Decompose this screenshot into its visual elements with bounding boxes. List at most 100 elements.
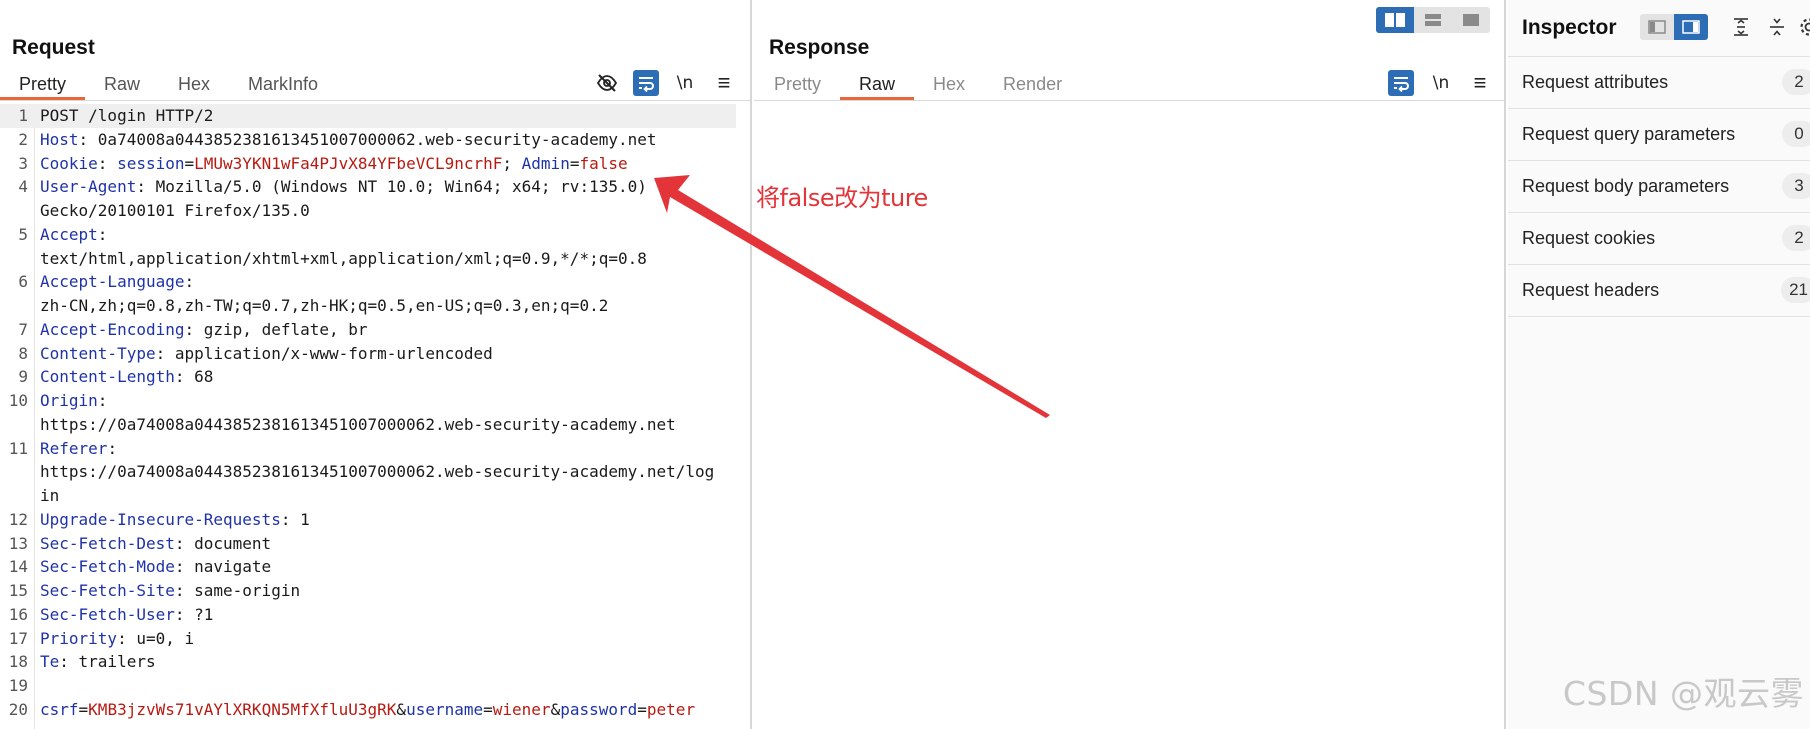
wrap-icon[interactable] <box>633 70 659 96</box>
inspector-section-request-body-parameters[interactable]: Request body parameters 3 <box>1508 160 1810 212</box>
request-tab-hex[interactable]: Hex <box>159 70 229 100</box>
code-text: text/html,application/xhtml+xml,applicat… <box>40 248 647 268</box>
editor-line[interactable]: 3 Cookie: session=LMUw3YKN1wFa4PJvX84YFbe… <box>0 152 750 176</box>
field-name: Te <box>40 652 60 672</box>
code-text: : application/x-www-form-urlencoded <box>155 343 493 363</box>
hide-icon[interactable] <box>594 70 620 96</box>
response-tab-render[interactable]: Render <box>984 70 1081 100</box>
code-text: : navigate <box>174 557 272 577</box>
editor-line[interactable]: text/html,application/xhtml+xml,applicat… <box>0 247 750 271</box>
response-tabs: Pretty Raw Hex Render <box>754 70 1081 100</box>
request-tab-markinfo[interactable]: MarkInfo <box>229 70 337 100</box>
editor-line[interactable]: 2 Host: 0a74008a0443852381613451007000062… <box>0 128 750 152</box>
editor-line[interactable]: 8 Content-Type: application/x-www-form-ur… <box>0 342 750 366</box>
code-text: = <box>483 699 493 719</box>
response-menu-icon[interactable]: ≡ <box>1467 70 1493 96</box>
inspector-section-request-query-parameters[interactable]: Request query parameters 0 <box>1508 108 1810 160</box>
line-number: 12 <box>8 509 28 529</box>
line-code: POST /login HTTP/2 <box>40 104 736 128</box>
line-code: https://0a74008a044385238161345100700006… <box>40 413 750 437</box>
editor-line[interactable]: 14 Sec-Fetch-Mode: navigate <box>0 555 750 579</box>
menu-icon[interactable]: ≡ <box>711 70 737 96</box>
response-tab-pretty[interactable]: Pretty <box>754 70 840 100</box>
editor-line[interactable]: 19 <box>0 674 750 698</box>
code-text: : same-origin <box>174 581 301 600</box>
editor-line[interactable]: 18 Te: trailers <box>0 650 750 674</box>
editor-line[interactable]: https://0a74008a044385238161345100700006… <box>0 413 750 437</box>
editor-line[interactable]: 6 Accept-Language: <box>0 270 750 294</box>
inspector-section-request-cookies[interactable]: Request cookies 2 <box>1508 212 1810 264</box>
line-code: csrf=KMB3jzvWs71vAYlXRKQN5MfXfluU3gRK&us… <box>40 698 750 722</box>
editor-line[interactable]: 7 Accept-Encoding: gzip, deflate, br <box>0 318 750 342</box>
watermark: CSDN @观云雾 <box>1562 674 1804 713</box>
code-text: https://0a74008a044385238161345100700006… <box>40 414 676 434</box>
annotation-text: 将false改为ture <box>756 184 928 212</box>
editor-line[interactable]: 9 Content-Length: 68 <box>0 365 750 389</box>
editor-line[interactable]: Gecko/20100101 Firefox/135.0 <box>0 199 750 223</box>
line-number: 17 <box>8 628 28 648</box>
editor-line[interactable]: 10 Origin: <box>0 389 750 413</box>
code-text: : 68 <box>174 367 214 387</box>
field-name: Priority <box>40 628 118 648</box>
collapse-all-icon[interactable] <box>1764 14 1790 40</box>
settings-gear-icon[interactable] <box>1796 14 1810 40</box>
line-code: text/html,application/xhtml+xml,applicat… <box>40 247 750 271</box>
editor-line[interactable]: 4 User-Agent: Mozilla/5.0 (Windows NT 10.… <box>0 175 750 199</box>
code-text: https://0a74008a044385238161345100700006… <box>40 462 715 482</box>
line-number: 3 <box>18 153 28 173</box>
inspector-section-request-headers[interactable]: Request headers 21 <box>1508 264 1810 316</box>
response-wrap-icon[interactable] <box>1388 70 1414 96</box>
request-editor[interactable]: 1 POST /login HTTP/2 2 Host: 0a74008a044385… <box>0 104 750 729</box>
expand-all-icon[interactable] <box>1728 14 1754 40</box>
response-tab-hex[interactable]: Hex <box>914 70 984 100</box>
field-name: session <box>117 153 185 173</box>
response-tab-raw[interactable]: Raw <box>840 70 915 100</box>
editor-line[interactable]: 20 csrf=KMB3jzvWs71vAYlXRKQN5MfXfluU3gRK&… <box>0 698 750 722</box>
section-count-badge: 2 <box>1782 225 1810 251</box>
code-text: : ?1 <box>174 604 214 624</box>
code-text: : Mozilla/5.0 (Windows NT 10.0; Win64; x… <box>136 177 647 197</box>
inspector-section-request-attributes[interactable]: Request attributes 2 <box>1508 56 1810 108</box>
inspector-dock-right-icon[interactable] <box>1674 14 1708 40</box>
line-code <box>40 674 750 698</box>
request-tab-raw[interactable]: Raw <box>85 70 159 100</box>
request-tabs-divider <box>0 100 750 101</box>
editor-line[interactable]: 12 Upgrade-Insecure-Requests: 1 <box>0 508 750 532</box>
line-code: https://0a74008a044385238161345100700006… <box>40 460 750 484</box>
line-number: 18 <box>8 652 28 672</box>
request-title: Request <box>12 36 95 59</box>
editor-line[interactable]: 13 Sec-Fetch-Dest: document <box>0 532 750 556</box>
editor-line[interactable]: 17 Priority: u=0, i <box>0 627 750 651</box>
layout-side-by-side-icon[interactable] <box>1376 7 1414 33</box>
editor-line[interactable]: 5 Accept: <box>0 223 750 247</box>
field-name: Admin <box>521 153 570 173</box>
field-name: Upgrade-Insecure-Requests <box>40 509 281 529</box>
code-text: : <box>97 391 108 410</box>
line-number: 11 <box>8 438 28 458</box>
editor-line[interactable]: zh-CN,zh;q=0.8,zh-TW;q=0.7,zh-HK;q=0.5,e… <box>0 294 750 318</box>
editor-line[interactable]: in <box>0 484 750 508</box>
newline-icon[interactable]: \n <box>672 70 698 96</box>
editor-line[interactable]: https://0a74008a044385238161345100700006… <box>0 460 750 484</box>
code-text: : trailers <box>59 652 156 672</box>
request-tab-pretty[interactable]: Pretty <box>0 70 86 100</box>
code-text: : <box>184 272 195 292</box>
field-name: Cookie <box>40 153 98 173</box>
field-value: wiener <box>492 699 551 719</box>
line-code: Content-Type: application/x-www-form-url… <box>40 342 750 366</box>
response-newline-icon[interactable]: \n <box>1428 70 1454 96</box>
layout-stacked-icon[interactable] <box>1414 7 1452 33</box>
editor-line[interactable]: 11 Referer: <box>0 437 750 461</box>
field-name: Content-Length <box>40 367 175 387</box>
line-code: Origin: <box>40 389 750 413</box>
editor-line[interactable]: 16 Sec-Fetch-User: ?1 <box>0 603 750 627</box>
inspector-header: Inspector <box>1508 0 1810 56</box>
line-code: Priority: u=0, i <box>40 627 750 651</box>
editor-line[interactable]: 1 POST /login HTTP/2 <box>0 104 736 128</box>
code-text: in <box>40 486 60 505</box>
field-name: Accept <box>40 224 98 244</box>
editor-line[interactable]: 15 Sec-Fetch-Site: same-origin <box>0 579 750 603</box>
inspector-dock-left-icon[interactable] <box>1640 14 1674 40</box>
line-number: 16 <box>8 604 28 624</box>
layout-single-icon[interactable] <box>1452 7 1490 33</box>
